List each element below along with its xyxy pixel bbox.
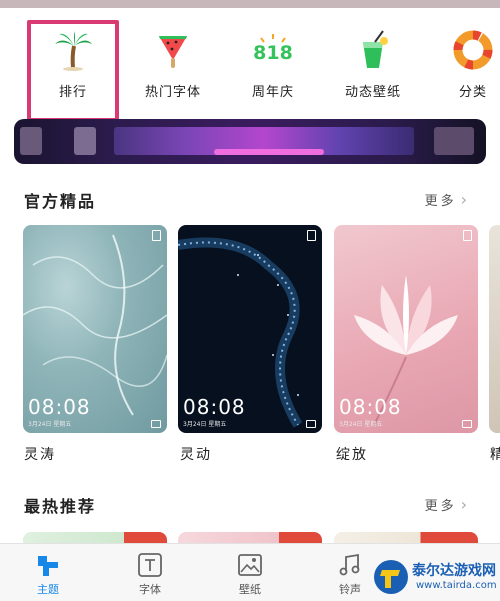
lock-icon <box>463 230 472 241</box>
theme-card-lingtao[interactable]: 08:08 3月24日 星期五 <box>23 225 167 433</box>
theme-name: 绽放 <box>336 447 368 463</box>
theme-card-lingdong[interactable]: 08:08 3月24日 星期五 <box>178 225 322 433</box>
tab-theme[interactable]: 主题 <box>8 544 88 601</box>
lock-icon <box>307 230 316 241</box>
category-label: 动态壁纸 <box>344 85 401 100</box>
camera-icon <box>462 420 472 428</box>
camera-icon <box>151 420 161 428</box>
tab-font[interactable]: 字体 <box>110 544 190 601</box>
watermelon-popsicle-icon <box>159 36 187 68</box>
hot-more-button[interactable]: 更多 › <box>425 495 470 514</box>
site-watermark: 泰尔达游戏网 www.tairda.com <box>370 556 498 598</box>
font-icon <box>138 553 162 577</box>
tab-wallpaper[interactable]: 壁纸 <box>210 544 290 601</box>
svg-text:818: 818 <box>253 42 293 64</box>
category-label: 分类 <box>458 85 487 100</box>
promo-banner[interactable] <box>14 119 486 164</box>
category-label: 周年庆 <box>251 85 294 100</box>
category-live-wallpaper[interactable]: 动态壁纸 <box>323 8 423 120</box>
818-anniversary-icon: 818 <box>253 34 293 64</box>
tab-label: 壁纸 <box>239 583 261 596</box>
category-classify[interactable]: 分类 <box>423 8 500 120</box>
theme-name: 精 <box>490 447 500 463</box>
camera-icon <box>306 420 316 428</box>
watermark-url: www.tairda.com <box>416 580 497 591</box>
watermark-logo-icon <box>374 560 408 594</box>
clock-date: 3月24日 星期五 <box>339 421 383 428</box>
banner-blur-block <box>434 127 474 155</box>
theme-name: 灵动 <box>180 447 212 463</box>
section-title-official: 官方精品 <box>24 192 97 211</box>
official-more-button[interactable]: 更多 › <box>425 190 470 209</box>
theme-name: 灵涛 <box>24 447 56 463</box>
drink-cup-icon <box>363 30 388 68</box>
theme-card-partial[interactable] <box>489 225 500 433</box>
more-label: 更多 <box>424 194 457 209</box>
clock-date: 3月24日 星期五 <box>28 421 72 428</box>
tab-label: 字体 <box>139 583 161 596</box>
chevron-right-icon: › <box>460 190 470 209</box>
section-title-hot: 最热推荐 <box>24 497 97 516</box>
top-strip <box>0 0 500 8</box>
clock-time: 08:08 <box>28 395 91 419</box>
tab-label: 主题 <box>37 583 59 596</box>
theme-icon <box>38 556 58 576</box>
theme-card-zhanfang[interactable]: 08:08 3月24日 星期五 <box>334 225 478 433</box>
lock-icon <box>152 230 161 241</box>
clock-date: 3月24日 星期五 <box>183 421 227 428</box>
banner-light-line <box>214 149 324 155</box>
selection-highlight <box>27 20 119 122</box>
chevron-right-icon: › <box>460 495 470 514</box>
watermark-title: 泰尔达游戏网 <box>412 563 496 579</box>
more-label: 更多 <box>424 499 457 514</box>
music-note-icon <box>339 553 360 576</box>
category-hot-fonts[interactable]: 热门字体 <box>123 8 223 120</box>
category-label: 热门字体 <box>144 85 201 100</box>
banner-blur-block <box>20 127 42 155</box>
lifebuoy-icon <box>453 30 493 70</box>
wallpaper-icon <box>238 554 262 576</box>
banner-blur-block <box>74 127 96 155</box>
category-anniversary[interactable]: 818 周年庆 <box>223 8 323 120</box>
clock-time: 08:08 <box>183 395 246 419</box>
clock-time: 08:08 <box>339 395 402 419</box>
category-row: 排行 热门字体 818 周年庆 动态壁纸 分类 <box>0 8 500 122</box>
